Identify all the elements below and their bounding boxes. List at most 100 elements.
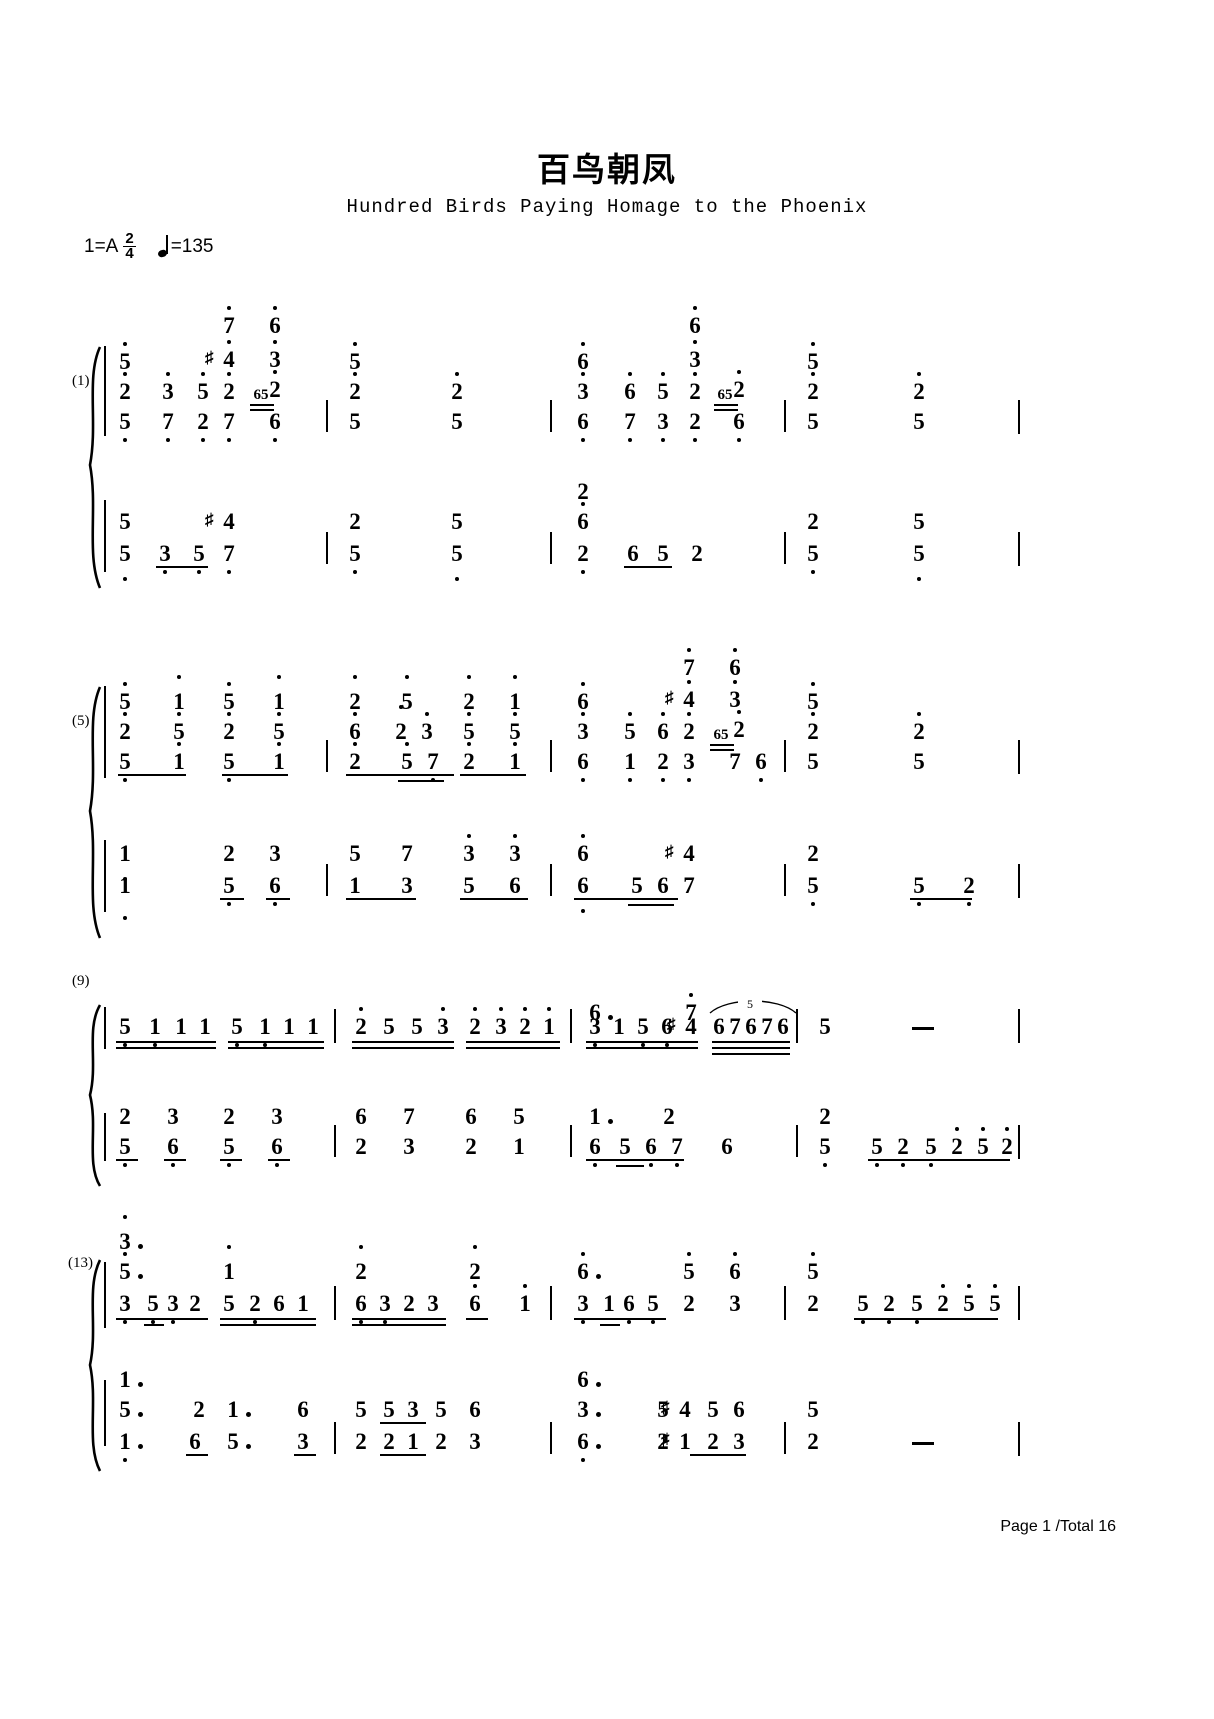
note: 2 bbox=[807, 509, 819, 534]
note: 2 bbox=[944, 1127, 970, 1158]
barline bbox=[326, 400, 328, 432]
note: 5 bbox=[112, 1252, 138, 1283]
system-brace-4 bbox=[78, 1258, 104, 1473]
note: 5 bbox=[913, 509, 925, 534]
note: 6 bbox=[297, 1397, 309, 1422]
note: 2 bbox=[383, 1429, 395, 1454]
note: 3 bbox=[456, 834, 482, 865]
beam bbox=[116, 1041, 216, 1043]
note: 1 bbox=[266, 742, 292, 773]
note: 2 bbox=[403, 1291, 415, 1316]
barline bbox=[784, 864, 786, 896]
beam bbox=[268, 1159, 290, 1161]
note: 2 bbox=[112, 372, 138, 403]
beam bbox=[116, 1159, 138, 1161]
note: ♯ 4 bbox=[661, 1397, 691, 1422]
note: 3 bbox=[152, 542, 178, 574]
note: ♯ 4 bbox=[205, 509, 235, 534]
note: 6 bbox=[262, 874, 288, 906]
note: 3 bbox=[650, 410, 676, 442]
system-brace-3 bbox=[78, 1003, 104, 1188]
beam bbox=[380, 1454, 426, 1456]
note: 3 bbox=[167, 1104, 179, 1129]
note: 6 bbox=[570, 342, 596, 373]
note: 6 bbox=[582, 1135, 608, 1167]
note: 7 bbox=[420, 750, 446, 782]
note: 5 bbox=[800, 1252, 826, 1283]
barline bbox=[796, 1125, 798, 1157]
barline bbox=[550, 1286, 552, 1320]
note: 6 bbox=[355, 1104, 367, 1129]
measure-number-5: (5) bbox=[72, 713, 90, 729]
note: 5 bbox=[186, 542, 212, 574]
barline bbox=[334, 1009, 336, 1043]
note: 5 bbox=[819, 1014, 831, 1039]
note: 5 bbox=[112, 542, 138, 581]
note: ♯ 4 bbox=[665, 841, 695, 866]
note: 3 bbox=[582, 1015, 608, 1047]
note: 5 bbox=[906, 542, 932, 581]
note: 5 bbox=[906, 874, 932, 906]
note: 5 bbox=[216, 874, 242, 906]
note: 3 bbox=[469, 1429, 481, 1454]
note: 2 bbox=[342, 372, 368, 403]
system-4: (13) 3 5 3 5 3 2 1 5 2 6 1 2 6 3 2 3 2 6… bbox=[0, 1215, 1214, 1480]
note: 3 bbox=[262, 340, 288, 371]
barline bbox=[326, 532, 328, 564]
note: 5 bbox=[383, 1014, 395, 1039]
note: 2 bbox=[682, 410, 708, 442]
note: 2 bbox=[682, 372, 708, 403]
beam bbox=[118, 774, 186, 776]
note: 2 bbox=[570, 542, 596, 574]
note: 2 bbox=[691, 541, 703, 566]
note: 5 bbox=[617, 712, 643, 743]
system-end-barline bbox=[1018, 1286, 1020, 1320]
system-end-barline-bass bbox=[1018, 1422, 1020, 1456]
note: 5 bbox=[216, 682, 242, 713]
barline bbox=[334, 1125, 336, 1157]
system-end-barline-bass bbox=[1018, 532, 1020, 566]
note: 2 bbox=[707, 1429, 719, 1454]
beam bbox=[690, 1454, 746, 1456]
note: 1 bbox=[407, 1429, 419, 1454]
note: 2 bbox=[355, 1429, 367, 1454]
note: 3 bbox=[155, 372, 181, 403]
note: 5 bbox=[513, 1104, 525, 1129]
note: 6 bbox=[650, 712, 676, 743]
note: 5 bbox=[631, 873, 643, 898]
note: 1 bbox=[307, 1014, 319, 1039]
beam bbox=[574, 898, 678, 900]
beam bbox=[600, 1324, 620, 1326]
note: 2 bbox=[512, 1007, 538, 1038]
note: 5 bbox=[112, 750, 138, 782]
beam bbox=[586, 1159, 684, 1161]
note: 1 bbox=[119, 1367, 131, 1392]
note: 2 bbox=[465, 1134, 477, 1159]
note: 1 bbox=[589, 1104, 601, 1129]
barline bbox=[550, 740, 552, 772]
note: 2 bbox=[462, 1245, 488, 1283]
note: 2 bbox=[444, 372, 470, 403]
beam bbox=[228, 1041, 324, 1043]
beam bbox=[222, 774, 288, 776]
augmentation-dot bbox=[138, 1382, 143, 1387]
note: 5 bbox=[676, 1252, 702, 1283]
system-end-barline bbox=[1018, 400, 1020, 434]
beam bbox=[466, 1318, 488, 1320]
barline bbox=[334, 1286, 336, 1320]
system-end-barline bbox=[1018, 740, 1020, 774]
sustain-dash bbox=[912, 1442, 934, 1445]
note: 2 bbox=[726, 710, 752, 741]
beam bbox=[346, 898, 416, 900]
note: 6 bbox=[722, 648, 748, 679]
note: 7 bbox=[676, 648, 702, 679]
note: 2 bbox=[456, 742, 482, 773]
note: 2 bbox=[930, 1284, 956, 1315]
system-1: (1) 5 2 5 3 7 5 2 7 ♯ 4 2 7 65 6 3 2 6 5 … bbox=[0, 300, 1214, 600]
note: 5 bbox=[342, 342, 368, 373]
note: 5 bbox=[190, 372, 216, 403]
note: 2 bbox=[807, 841, 819, 866]
note: 3 bbox=[488, 1007, 514, 1038]
note: 2 bbox=[112, 712, 138, 743]
note: 2 bbox=[683, 1291, 695, 1316]
